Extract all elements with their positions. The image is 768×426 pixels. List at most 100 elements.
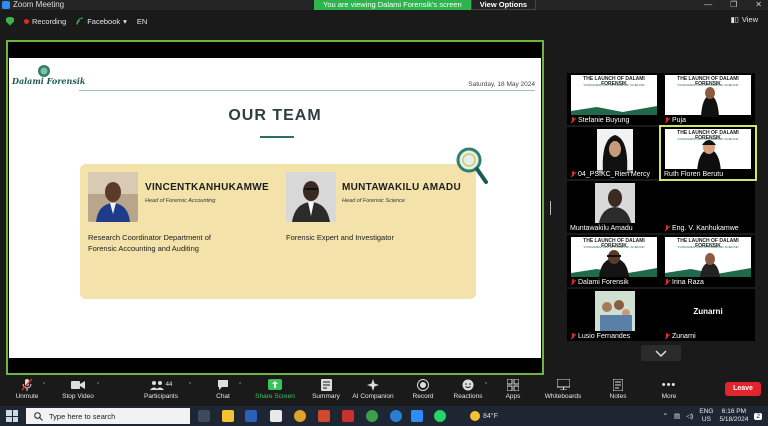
windows-start-icon[interactable] [6, 410, 18, 422]
mic-muted-icon [664, 117, 670, 124]
summary-icon [320, 378, 332, 391]
record-icon [417, 378, 429, 391]
notes-icon [613, 378, 623, 391]
edge-icon[interactable] [390, 410, 402, 422]
more-label: More [661, 393, 677, 400]
mic-muted-icon [570, 117, 576, 124]
whiteboards-button[interactable]: Whiteboards [542, 378, 584, 400]
panel-splitter[interactable] [549, 201, 551, 215]
participant-name: Puja [672, 117, 687, 124]
ai-companion-label: AI Companion [352, 393, 394, 400]
weather-widget[interactable]: 84°F [470, 411, 498, 421]
record-label: Record [412, 393, 434, 400]
participant-tile[interactable]: Zunarni Zunarni [661, 289, 755, 341]
family-photo-icon [595, 291, 635, 331]
task-view-icon[interactable] [198, 410, 210, 422]
participants-button[interactable]: 44 Participants [142, 378, 180, 400]
participant-tile[interactable]: THE LAUNCH OF DALAMI FORENSIK "FUNDAMENTA… [567, 235, 661, 287]
participant-tile[interactable]: Eng. V. Kanhukamwe [661, 181, 755, 233]
windows-taskbar: Type here to search 84°F ⌃ ▤ ◁) ENG US 6:… [0, 406, 768, 426]
leave-button[interactable]: Leave [725, 382, 761, 396]
thumb-subtitle: "FUNDAMENTALS OF FORENSIC SCIENCE" [677, 245, 739, 249]
shared-screen[interactable]: Dalami Forensik Saturday, 18 May 2024 OU… [6, 40, 544, 375]
minimize-button[interactable]: — [704, 0, 712, 10]
member-desc-2a: Forensic Expert and Investigator [286, 233, 394, 242]
participant-name: Ruth Floren Berutu [664, 171, 724, 178]
powerpoint-icon[interactable] [318, 410, 330, 422]
participant-gallery: THE LAUNCH OF DALAMI FORENSIK "FUNDAMENTA… [562, 70, 768, 366]
summary-button[interactable]: Summary [309, 378, 343, 400]
participant-tile[interactable]: THE LAUNCH OF DALAMI FORENSIK "FUNDAMENTA… [567, 73, 661, 125]
view-button[interactable]: ▮▯ View [731, 15, 758, 24]
participant-name: Zunarni [672, 333, 696, 340]
thumb-band [571, 106, 657, 115]
person-video-icon [597, 129, 633, 173]
security-indicator[interactable] [6, 16, 14, 26]
unmute-button[interactable]: Unmute [14, 378, 40, 400]
maximize-button[interactable]: ❐ [730, 0, 737, 10]
recording-indicator[interactable]: Recording [24, 17, 66, 26]
language-indicator[interactable]: ENG US [699, 408, 713, 424]
view-options-button[interactable]: View Options [470, 0, 537, 10]
temperature-label: 84°F [483, 412, 498, 420]
participant-tile[interactable]: THE LAUNCH OF DALAMI FORENSIK "FUNDAMENTA… [661, 235, 755, 287]
participant-tile[interactable]: THE LAUNCH OF DALAMI FORENSIK "FUNDAMENTA… [661, 73, 755, 125]
meeting-top-toolbar: Recording Facebook ▾ EN ▮▯ View [0, 10, 768, 32]
zoom-logo-icon [2, 1, 10, 9]
more-button[interactable]: ••• More [658, 378, 680, 401]
zoom-taskbar-icon[interactable] [411, 410, 423, 422]
summary-label: Summary [312, 393, 340, 400]
participant-tile[interactable]: Muntawakilu Amadu [567, 181, 661, 233]
file-explorer-icon[interactable] [222, 410, 234, 422]
word-icon[interactable] [245, 410, 257, 422]
notes-button[interactable]: Notes [606, 378, 630, 400]
stop-video-button[interactable]: Stop Video [60, 378, 96, 400]
participants-label: Participants [144, 393, 178, 400]
video-options-caret[interactable]: ⌃ [96, 382, 100, 388]
view-grid-icon: ▮▯ [730, 15, 739, 24]
chat-button[interactable]: Chat [212, 378, 234, 400]
ai-companion-button[interactable]: AI Companion [351, 378, 395, 400]
chrome-profile-icon[interactable] [366, 410, 378, 422]
whatsapp-icon[interactable] [434, 410, 446, 422]
gallery-next-page-button[interactable] [641, 345, 681, 361]
participant-tile[interactable]: 04_PSIKC_Rien Mercy [567, 127, 661, 179]
chat-options-caret[interactable]: ⌃ [238, 382, 242, 388]
notes-label: Notes [609, 393, 627, 400]
share-screen-button[interactable]: Share Screen [254, 378, 296, 400]
record-button[interactable]: Record [410, 378, 436, 400]
notepad-icon[interactable] [270, 410, 282, 422]
clock-date: 5/18/2024 [719, 416, 749, 423]
thumb-subtitle: "FUNDAMENTALS OF FORENSIC SCIENCE" [583, 83, 645, 87]
member-name-1: VINCENTKANHUKAMWE [145, 182, 269, 193]
smiley-icon [462, 379, 474, 390]
participant-tile-active-speaker[interactable]: THE LAUNCH OF DALAMI FORENSIK "FUNDAMENTA… [659, 125, 757, 181]
participant-label: Puja [661, 116, 690, 125]
participants-options-caret[interactable]: ⌃ [188, 382, 192, 388]
chevron-down-icon [655, 350, 667, 358]
person-video-icon [697, 140, 721, 173]
mic-muted-icon [664, 225, 670, 232]
participant-tile[interactable]: Lusio Fernandes [567, 289, 661, 341]
livestream-indicator[interactable]: Facebook ▾ [76, 17, 127, 26]
close-button[interactable]: ✕ [755, 0, 762, 10]
search-icon [34, 411, 43, 421]
participant-name: Dalami Forensik [578, 279, 629, 286]
clock[interactable]: 6:16 PM 5/18/2024 [719, 408, 748, 424]
audio-options-caret[interactable]: ⌃ [42, 382, 46, 388]
tray-chevron-icon[interactable]: ⌃ [663, 412, 668, 420]
pdf-reader-icon[interactable] [342, 410, 354, 422]
member-photo-1 [88, 172, 138, 222]
person-photo-icon [88, 172, 138, 222]
reactions-button[interactable]: Reactions [452, 378, 484, 400]
language-interpretation[interactable]: EN [137, 17, 147, 26]
apps-button[interactable]: Apps [502, 378, 524, 400]
notification-count[interactable]: 2 [754, 412, 762, 420]
reactions-options-caret[interactable]: ⌃ [484, 382, 488, 388]
participant-label: Eng. V. Kanhukamwe [661, 224, 742, 233]
broadcast-icon [76, 17, 84, 25]
taskbar-search-box[interactable]: Type here to search [26, 408, 190, 424]
network-icon[interactable]: ▤ [674, 412, 680, 420]
volume-icon[interactable]: ◁) [686, 412, 693, 420]
chrome-icon[interactable] [294, 410, 306, 422]
